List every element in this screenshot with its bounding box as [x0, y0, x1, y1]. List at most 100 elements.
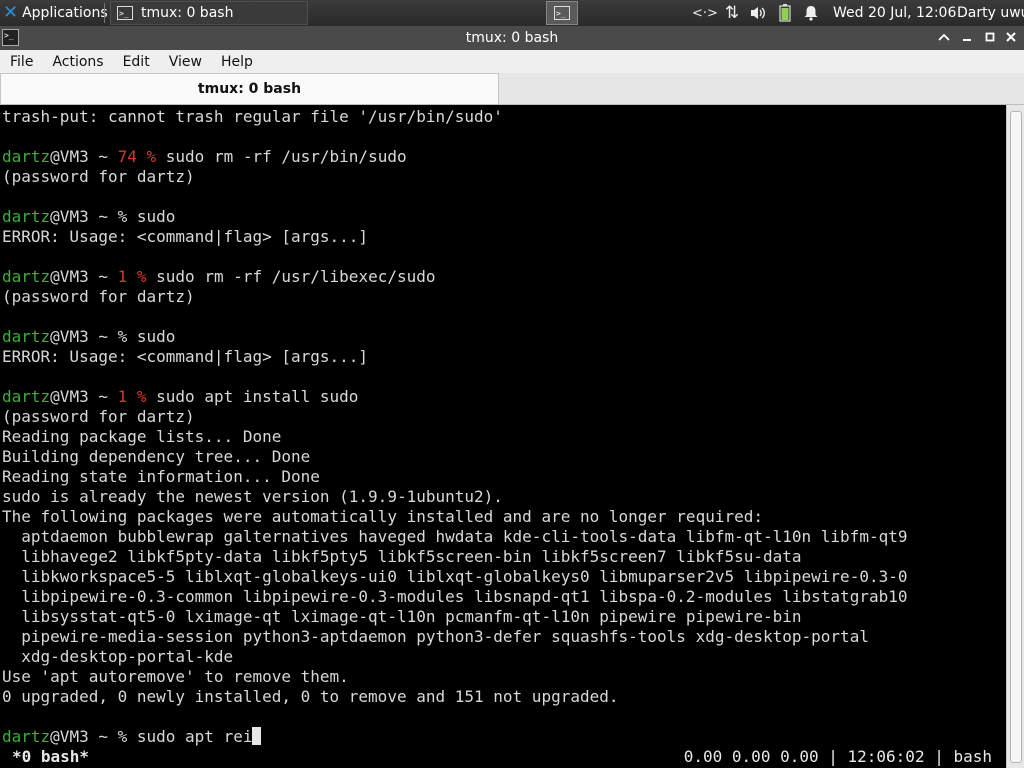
menu-bar: File Actions Edit View Help [0, 50, 1024, 74]
terminal-text: @VM3 ~ % sudo [50, 207, 176, 226]
terminal-icon: >_ [117, 6, 133, 20]
terminal-line: xdg-desktop-portal-kde [2, 647, 907, 667]
terminal-text: Reading package lists... Done [2, 427, 282, 446]
terminal-text: sudo rm -rf /usr/bin/sudo [156, 147, 407, 166]
terminal-line: trash-put: cannot trash regular file '/u… [2, 107, 907, 127]
tab-bar: tmux: 0 bash [0, 73, 1024, 105]
maximize-icon[interactable] [979, 26, 1001, 50]
window-title: tmux: 0 bash [465, 30, 559, 46]
prompt-user: dartz [2, 727, 51, 746]
user-menu[interactable]: Darty uwu [957, 0, 1024, 26]
terminal-line: ERROR: Usage: <command|flag> [args...] [2, 227, 907, 247]
terminal-text: pipewire-media-session python3-aptdaemon… [2, 627, 869, 646]
terminal-output: trash-put: cannot trash regular file '/u… [2, 107, 907, 747]
terminal-line: libhavege2 libkf5pty-data libkf5pty5 lib… [2, 547, 907, 567]
terminal-line: dartz@VM3 ~ % sudo apt rei [2, 727, 907, 747]
window-titlebar[interactable]: >_ tmux: 0 bash [0, 26, 1024, 50]
panel-separator [104, 3, 105, 23]
terminal-line: dartz@VM3 ~ % sudo [2, 207, 907, 227]
terminal-text: aptdaemon bubblewrap galternatives haveg… [2, 527, 908, 546]
prompt-user: dartz [2, 267, 51, 286]
terminal-text: (password for dartz) [2, 287, 195, 306]
terminal-text: xdg-desktop-portal-kde [2, 647, 234, 666]
prompt-user: dartz [2, 207, 51, 226]
terminal-text: sudo rm -rf /usr/libexec/sudo [146, 267, 436, 286]
menu-view[interactable]: View [159, 54, 211, 70]
terminal-text: ERROR: Usage: <command|flag> [args...] [2, 347, 369, 366]
terminal-text: libkworkspace5-5 liblxqt-globalkeys-ui0 … [2, 567, 908, 586]
terminal-line: Reading package lists... Done [2, 427, 907, 447]
terminal-line: libsysstat-qt5-0 lximage-qt lximage-qt-l… [2, 607, 907, 627]
terminal-text: ERROR: Usage: <command|flag> [args...] [2, 227, 369, 246]
clock[interactable]: Wed 20 Jul, 12:06 [833, 0, 956, 26]
terminal-line: dartz@VM3 ~ % sudo [2, 327, 907, 347]
terminal-text: 0 upgraded, 0 newly installed, 0 to remo… [2, 687, 619, 706]
scrollbar-thumb[interactable] [1010, 111, 1022, 763]
notification-bell-icon[interactable] [800, 0, 822, 26]
taskbar-item-label: tmux: 0 bash [141, 5, 234, 21]
terminal-text: @VM3 ~ [50, 267, 118, 286]
menu-file[interactable]: File [0, 54, 42, 70]
terminal-area[interactable]: trash-put: cannot trash regular file '/u… [0, 105, 1006, 768]
top-panel: ✕ Applications >_ tmux: 0 bash >_ <·> ⇅ … [0, 0, 1024, 26]
terminal-text: @VM3 ~ [50, 387, 118, 406]
terminal-text: @VM3 ~ % sudo [50, 327, 176, 346]
transfer-icon[interactable]: ⇅ [720, 0, 744, 26]
terminal-text: sudo is already the newest version (1.9.… [2, 487, 503, 506]
tmux-window-indicator: *0 bash* [12, 747, 90, 766]
terminal-line: Reading state information... Done [2, 467, 907, 487]
terminal-line: aptdaemon bubblewrap galternatives haveg… [2, 527, 907, 547]
terminal-line: dartz@VM3 ~ 1 % sudo apt install sudo [2, 387, 907, 407]
terminal-line: ERROR: Usage: <command|flag> [args...] [2, 347, 907, 367]
terminal-scrollbar[interactable] [1006, 105, 1024, 768]
terminal-text: @VM3 ~ [50, 147, 118, 166]
minimize-icon[interactable] [956, 26, 978, 50]
terminal-text: The following packages were automaticall… [2, 507, 763, 526]
terminal-text: sudo apt install sudo [146, 387, 359, 406]
terminal-text: Building dependency tree... Done [2, 447, 311, 466]
terminal-text: Reading state information... Done [2, 467, 320, 486]
terminal-text: trash-put: cannot trash regular file '/u… [2, 107, 503, 126]
workspace-terminal-indicator[interactable]: >_ [546, 1, 578, 25]
menu-actions[interactable]: Actions [42, 54, 112, 70]
terminal-text: (password for dartz) [2, 167, 195, 186]
terminal-line: pipewire-media-session python3-aptdaemon… [2, 627, 907, 647]
prompt-exit-code: 74 % [117, 147, 157, 166]
shade-icon[interactable] [933, 26, 955, 50]
terminal-text: libhavege2 libkf5pty-data libkf5pty5 lib… [2, 547, 802, 566]
terminal-line: The following packages were automaticall… [2, 507, 907, 527]
terminal-line: dartz@VM3 ~ 1 % sudo rm -rf /usr/libexec… [2, 267, 907, 287]
terminal-line: libkworkspace5-5 liblxqt-globalkeys-ui0 … [2, 567, 907, 587]
taskbar-item-terminal[interactable]: >_ tmux: 0 bash [110, 1, 308, 25]
menu-help[interactable]: Help [211, 54, 262, 70]
terminal-text: libpipewire-0.3-common libpipewire-0.3-m… [2, 587, 908, 606]
prompt-exit-code: 1 % [117, 267, 147, 286]
tmux-status-bar: *0 bash* 0.00 0.00 0.00 | 12:06:02 | bas… [0, 746, 1006, 768]
terminal-line: dartz@VM3 ~ 74 % sudo rm -rf /usr/bin/su… [2, 147, 907, 167]
menu-edit[interactable]: Edit [113, 54, 159, 70]
prompt-user: dartz [2, 327, 51, 346]
battery-icon[interactable] [774, 0, 796, 26]
applications-menu-button[interactable]: ✕ Applications [0, 0, 108, 26]
terminal-text: Use 'apt autoremove' to remove them. [2, 667, 349, 686]
close-icon[interactable] [1000, 26, 1022, 50]
volume-icon[interactable] [746, 0, 770, 26]
applications-label: Applications [22, 5, 108, 21]
prompt-exit-code: 1 % [117, 387, 147, 406]
terminal-text: (password for dartz) [2, 407, 195, 426]
terminal-line: sudo is already the newest version (1.9.… [2, 487, 907, 507]
terminal-line: 0 upgraded, 0 newly installed, 0 to remo… [2, 687, 907, 707]
text-cursor [252, 727, 262, 745]
network-icon[interactable]: <·> [692, 0, 718, 26]
prompt-user: dartz [2, 387, 51, 406]
terminal-text: @VM3 ~ % sudo apt rei [50, 727, 253, 746]
terminal-line: (password for dartz) [2, 407, 907, 427]
terminal-line: libpipewire-0.3-common libpipewire-0.3-m… [2, 587, 907, 607]
tmux-status-right: 0.00 0.00 0.00 | 12:06:02 | bash [683, 747, 992, 766]
tab-tmux-bash[interactable]: tmux: 0 bash [0, 73, 499, 104]
